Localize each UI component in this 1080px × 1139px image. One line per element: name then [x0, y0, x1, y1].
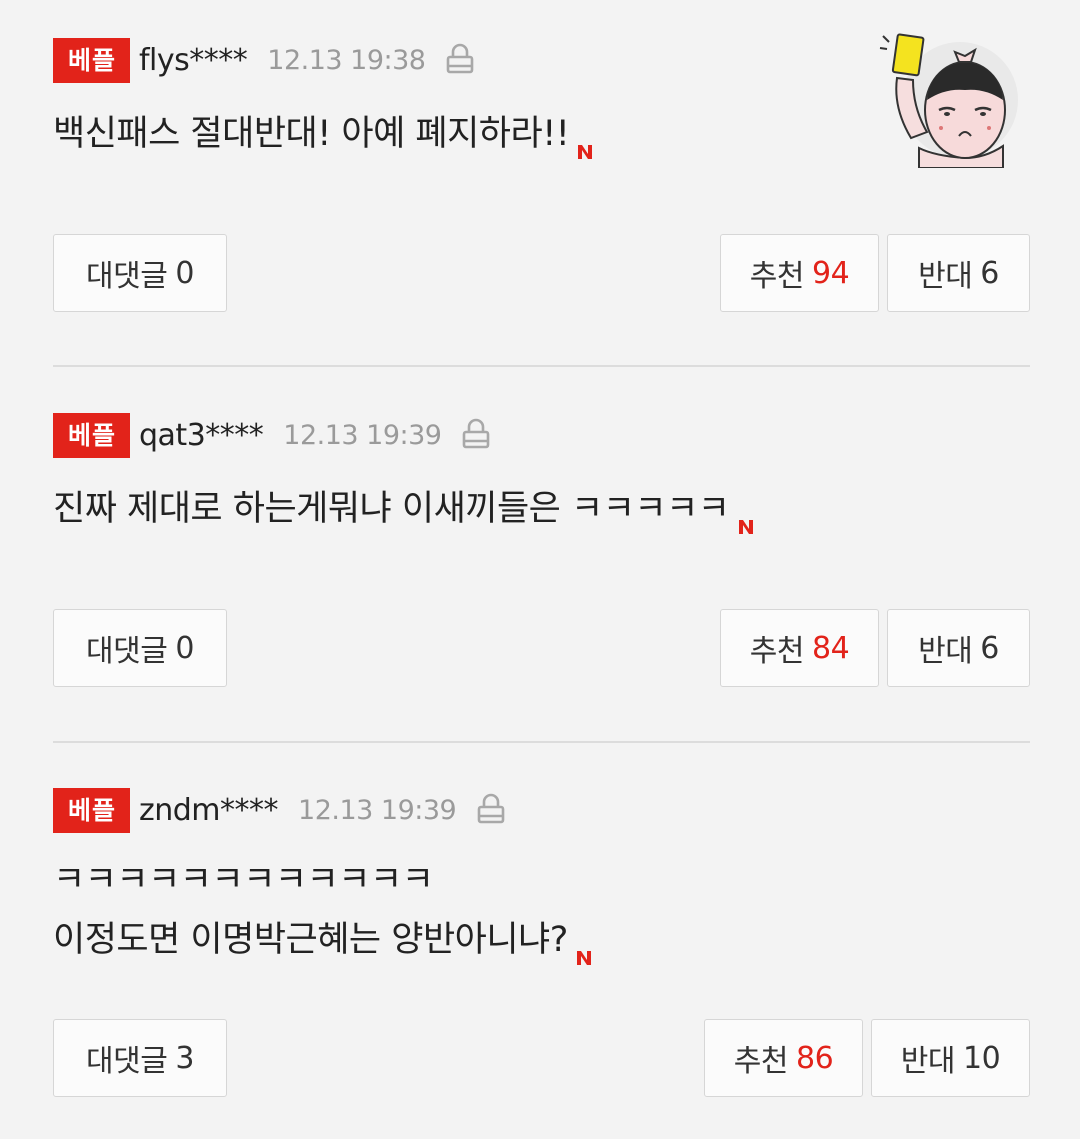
reply-label: 대댓글 [86, 259, 168, 294]
new-n-icon [736, 496, 756, 534]
downvote-button[interactable]: 반대 6 [887, 609, 1030, 687]
comment-text-line: ㅋㅋㅋㅋㅋㅋㅋㅋㅋㅋㅋㅋ [53, 860, 434, 900]
reply-count: 0 [175, 255, 194, 291]
comment-text-line: 백신패스 절대반대! 아예 폐지하라!! [53, 114, 570, 154]
downvote-label: 반대 [918, 259, 973, 294]
downvote-button[interactable]: 반대 10 [871, 1019, 1030, 1097]
reply-button[interactable]: 대댓글 0 [53, 609, 227, 687]
downvote-button[interactable]: 반대 6 [887, 234, 1030, 312]
downvote-count: 6 [980, 255, 999, 291]
comment-divider [53, 365, 1030, 367]
lock-icon [461, 418, 491, 450]
comment-header: 베플 zndm**** 12.13 19:39 [53, 788, 506, 833]
comment-text-line: 이정도면 이명박근혜는 양반아니냐? [53, 920, 568, 960]
username[interactable]: flys**** [139, 43, 248, 78]
upvote-count: 86 [796, 1040, 834, 1076]
upvote-button[interactable]: 추천 94 [720, 234, 879, 312]
username[interactable]: zndm**** [139, 793, 279, 828]
upvote-button[interactable]: 추천 86 [704, 1019, 863, 1097]
timestamp: 12.13 19:39 [283, 420, 442, 451]
upvote-label: 추천 [749, 259, 805, 294]
upvote-label: 추천 [749, 634, 805, 669]
comment-divider [53, 741, 1030, 743]
comment-text-line: 진짜 제대로 하는게뭐냐 이새끼들은 ㅋㅋㅋㅋㅋ [53, 489, 730, 529]
username[interactable]: qat3**** [139, 418, 264, 453]
new-n-icon [574, 927, 594, 965]
downvote-label: 반대 [918, 634, 973, 669]
upvote-count: 84 [812, 630, 850, 666]
timestamp: 12.13 19:39 [298, 795, 457, 826]
comment-text-line-wrap: 이정도면 이명박근혜는 양반아니냐? [53, 910, 594, 970]
reply-label: 대댓글 [86, 634, 168, 669]
reply-button[interactable]: 대댓글 0 [53, 234, 227, 312]
lock-icon [476, 793, 506, 825]
lock-icon [445, 43, 475, 75]
upvote-label: 추천 [733, 1044, 789, 1079]
best-comment-badge: 베플 [53, 413, 130, 458]
upvote-count: 94 [812, 255, 850, 291]
reply-label: 대댓글 [86, 1044, 168, 1079]
reply-count: 0 [175, 630, 194, 666]
reply-button[interactable]: 대댓글 3 [53, 1019, 227, 1097]
downvote-count: 6 [980, 630, 999, 666]
avatar [875, 28, 1025, 169]
downvote-count: 10 [963, 1040, 1001, 1076]
timestamp: 12.13 19:38 [267, 45, 426, 76]
reply-count: 3 [175, 1040, 194, 1076]
comment-body: 백신패스 절대반대! 아예 폐지하라!! [53, 104, 595, 164]
upvote-button[interactable]: 추천 84 [720, 609, 879, 687]
comment-header: 베플 flys**** 12.13 19:38 [53, 38, 475, 83]
new-n-icon [575, 121, 595, 159]
comment-header: 베플 qat3**** 12.13 19:39 [53, 413, 491, 458]
comment-body: 진짜 제대로 하는게뭐냐 이새끼들은 ㅋㅋㅋㅋㅋ [53, 479, 756, 539]
comment-body: ㅋㅋㅋㅋㅋㅋㅋㅋㅋㅋㅋㅋ 이정도면 이명박근혜는 양반아니냐? [53, 850, 594, 970]
best-comment-badge: 베플 [53, 788, 130, 833]
best-comment-badge: 베플 [53, 38, 130, 83]
downvote-label: 반대 [900, 1044, 956, 1079]
